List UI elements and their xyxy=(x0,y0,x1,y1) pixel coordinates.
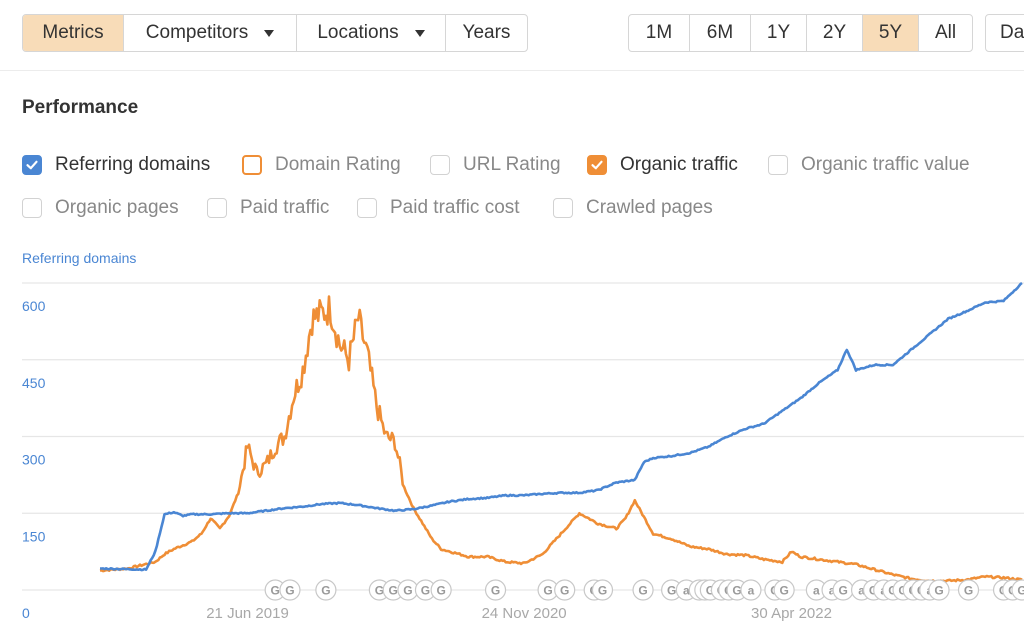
y-tick-label: 150 xyxy=(22,528,46,544)
caret-down-icon xyxy=(264,29,275,37)
google-update-marker-icon[interactable]: G xyxy=(632,579,654,601)
series-line-referring-domains[interactable] xyxy=(100,281,1023,572)
tab-metrics[interactable]: Metrics xyxy=(23,15,124,51)
marker-glyph: G xyxy=(491,584,500,598)
view-tabs: Metrics Competitors Locations Years xyxy=(22,14,528,52)
metric-organic-traffic[interactable]: Organic traffic xyxy=(587,154,738,176)
google-update-marker-icon[interactable]: G xyxy=(957,579,980,601)
metric-organic-pages[interactable]: Organic pages xyxy=(22,197,179,219)
metric-organic-traffic-value[interactable]: Organic traffic value xyxy=(768,154,970,176)
locations-label: Locations xyxy=(317,22,399,43)
metric-label: Organic pages xyxy=(55,197,179,218)
marker-glyph: G xyxy=(598,584,607,598)
tab-metrics-label: Metrics xyxy=(42,22,104,43)
range-all[interactable]: All xyxy=(919,15,972,51)
metric-referring-domains[interactable]: Referring domains xyxy=(22,154,210,176)
marker-glyph: G xyxy=(321,584,330,598)
series-line-organic-traffic[interactable] xyxy=(99,295,1023,583)
y-ticks: 0 150 300 450 600 xyxy=(22,298,46,621)
marker-glyph: G xyxy=(1017,584,1024,598)
y-tick-label: 450 xyxy=(22,375,46,391)
google-update-marker-icon[interactable]: G xyxy=(484,579,507,601)
google-update-marker-icon[interactable]: G xyxy=(315,579,337,601)
marker-glyph: G xyxy=(838,584,847,598)
marker-glyph: G xyxy=(638,584,647,598)
metric-label: URL Rating xyxy=(463,154,561,175)
performance-chart: 0150300450600 GGGGGGGGGGGGGGGaGGGGGGaGGa… xyxy=(0,270,1024,642)
range-2y[interactable]: 2Y xyxy=(807,15,863,51)
google-update-marker-icon[interactable]: G xyxy=(928,579,950,601)
annotations: GGGGGGGGGGGGGGGaGGGGGGaGGaaGaGaGGGGaGGGG… xyxy=(264,579,1024,601)
metric-label: Paid traffic xyxy=(240,197,330,218)
marker-glyph: G xyxy=(667,584,676,598)
grid xyxy=(22,282,1024,591)
marker-glyph: G xyxy=(285,584,294,598)
series-lines xyxy=(99,281,1023,583)
chart-svg: 0150300450600 GGGGGGGGGGGGGGGaGGGGGGaGGa… xyxy=(22,281,1024,622)
marker-glyph: G xyxy=(421,584,430,598)
competitors-label: Competitors xyxy=(145,22,249,43)
range-tabs: 1M 6M 1Y 2Y 5Y All xyxy=(628,14,973,52)
marker-glyph: a xyxy=(748,584,755,598)
checkbox-checked-icon[interactable] xyxy=(587,155,607,175)
marker-glyph: a xyxy=(813,584,820,598)
x-tick-label: 21 Jun 2019 xyxy=(206,605,289,622)
date-granularity-button[interactable]: Daily xyxy=(985,14,1024,52)
marker-glyph: G xyxy=(271,584,280,598)
marker-glyph: G xyxy=(389,584,398,598)
metric-label: Crawled pages xyxy=(586,197,713,218)
y-tick-label: 600 xyxy=(22,298,46,314)
locations-dropdown[interactable]: Locations xyxy=(297,15,446,51)
tab-years[interactable]: Years xyxy=(446,15,527,51)
checkbox-icon[interactable] xyxy=(553,198,573,218)
metric-crawled-pages[interactable]: Crawled pages xyxy=(553,197,713,219)
google-update-marker-icon[interactable]: G xyxy=(279,579,301,601)
checkbox-icon[interactable] xyxy=(207,198,227,218)
y-tick-label: 300 xyxy=(22,452,46,468)
metric-label: Referring domains xyxy=(55,154,211,175)
marker-glyph: G xyxy=(964,584,973,598)
ahrefs-update-marker-icon[interactable]: a xyxy=(740,579,762,601)
metric-label: Organic traffic value xyxy=(801,154,970,175)
metric-domain-rating[interactable]: Domain Rating xyxy=(242,154,401,176)
range-1y[interactable]: 1Y xyxy=(751,15,807,51)
caret-down-icon xyxy=(414,29,425,37)
metric-label: Paid traffic cost xyxy=(390,197,520,218)
checkbox-icon[interactable] xyxy=(242,155,262,175)
google-update-marker-icon[interactable]: G xyxy=(554,579,576,601)
competitors-dropdown[interactable]: Competitors xyxy=(124,15,297,51)
marker-glyph: G xyxy=(560,584,569,598)
google-update-marker-icon[interactable]: G xyxy=(430,579,452,601)
toolbar: Metrics Competitors Locations Years 1M 6… xyxy=(0,0,1024,71)
metric-label: Domain Rating xyxy=(275,154,401,175)
metric-url-rating[interactable]: URL Rating xyxy=(430,154,561,176)
checkbox-icon[interactable] xyxy=(768,155,788,175)
marker-glyph: G xyxy=(403,584,412,598)
google-update-marker-icon[interactable]: G xyxy=(773,579,795,601)
checkbox-icon[interactable] xyxy=(430,155,450,175)
metric-paid-traffic-cost[interactable]: Paid traffic cost xyxy=(357,197,520,219)
google-update-marker-icon[interactable]: G xyxy=(591,579,614,601)
x-ticks: 21 Jun 2019 24 Nov 2020 30 Apr 2022 xyxy=(206,605,832,622)
section-title: Performance xyxy=(22,97,139,118)
marker-glyph: G xyxy=(779,584,788,598)
metric-paid-traffic[interactable]: Paid traffic xyxy=(207,197,329,219)
x-tick-label: 24 Nov 2020 xyxy=(482,605,567,622)
marker-glyph: G xyxy=(436,584,445,598)
y-axis-title: Referring domains xyxy=(22,250,137,266)
marker-glyph: G xyxy=(934,584,943,598)
tab-years-label: Years xyxy=(462,22,511,43)
metric-label: Organic traffic xyxy=(620,154,738,175)
y-tick-label: 0 xyxy=(22,605,30,621)
checkbox-icon[interactable] xyxy=(22,198,42,218)
range-1m[interactable]: 1M xyxy=(629,15,690,51)
range-6m[interactable]: 6M xyxy=(690,15,751,51)
checkbox-icon[interactable] xyxy=(357,198,377,218)
range-5y[interactable]: 5Y xyxy=(863,15,919,51)
marker-glyph: G xyxy=(543,584,552,598)
google-update-marker-icon[interactable]: G xyxy=(832,579,854,601)
x-tick-label: 30 Apr 2022 xyxy=(751,605,832,622)
checkbox-checked-icon[interactable] xyxy=(22,155,42,175)
